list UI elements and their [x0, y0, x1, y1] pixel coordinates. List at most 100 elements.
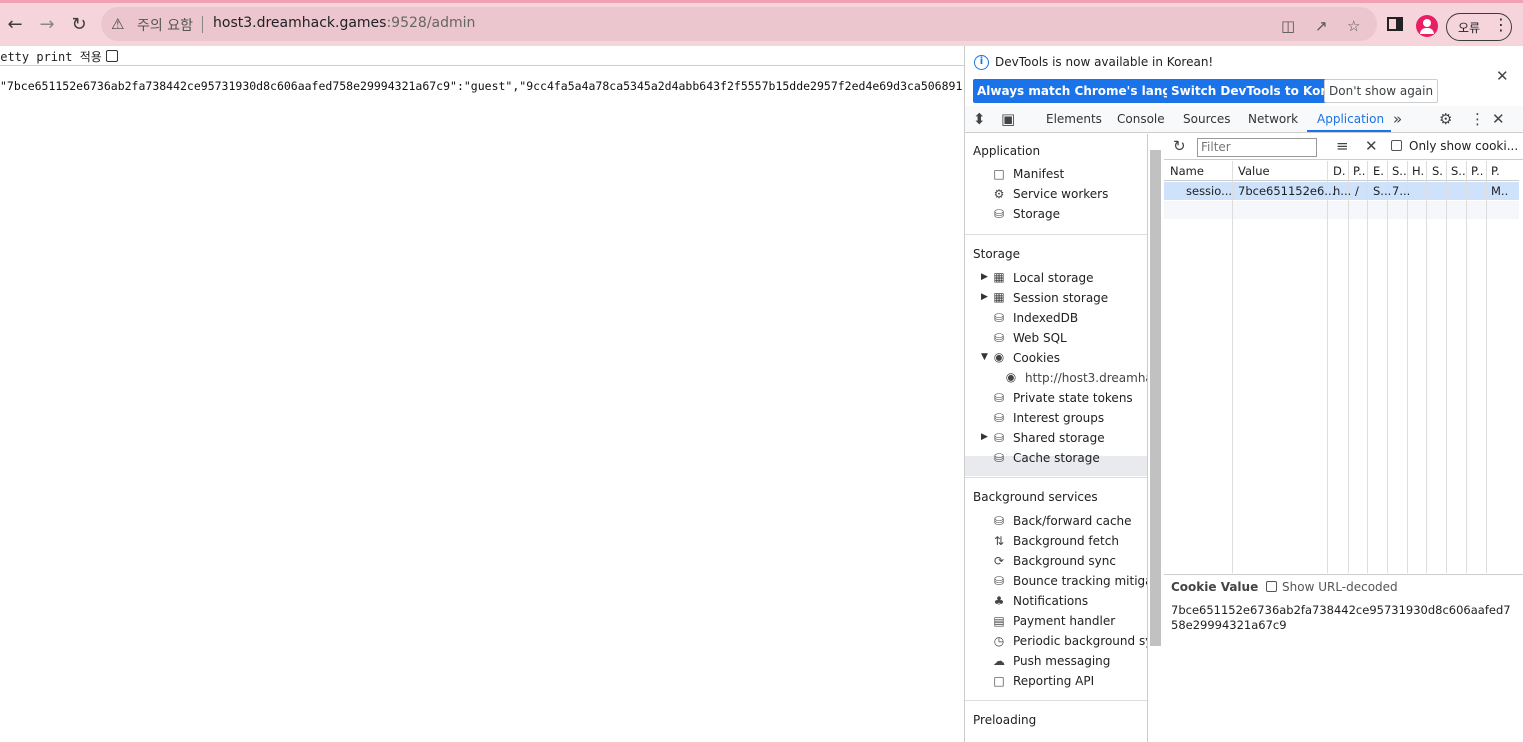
expand-arrow-icon[interactable]: ▶: [981, 292, 988, 302]
column-expires[interactable]: E.: [1373, 164, 1384, 178]
sidebar-item-indexeddb[interactable]: IndexedDB: [1013, 311, 1078, 325]
cell-priority: M..: [1491, 184, 1509, 198]
tab-application[interactable]: Application: [1317, 112, 1384, 126]
sidebar-item-cache-storage[interactable]: Cache storage: [1013, 451, 1100, 465]
only-show-issues-checkbox[interactable]: [1391, 140, 1402, 151]
pretty-print-checkbox[interactable]: [105, 50, 118, 62]
dont-show-again-button[interactable]: Don't show again: [1324, 79, 1439, 103]
sidebar-item-session-storage[interactable]: Session storage: [1013, 291, 1108, 305]
sidebar-item-periodic-background-sync[interactable]: Periodic background sync: [1013, 634, 1147, 648]
column-priority[interactable]: P.: [1491, 164, 1500, 178]
close-devtools-icon[interactable]: ✕: [1492, 110, 1505, 128]
error-button-label: 오류: [1458, 20, 1481, 35]
cookies-toolbar: ↻ Filter ≡ ✕ Only show cooki...: [1164, 134, 1523, 160]
sidebar-item-cookies[interactable]: Cookies: [1013, 351, 1060, 365]
column-divider: [1407, 161, 1408, 573]
delete-selected-icon[interactable]: ✕: [1365, 137, 1378, 155]
share-icon[interactable]: ↗: [1315, 17, 1328, 35]
show-url-decoded-label: Show URL-decoded: [1282, 580, 1398, 594]
column-httponly[interactable]: H.: [1412, 164, 1424, 178]
sidebar-item-background-sync[interactable]: Background sync: [1013, 554, 1116, 568]
sidebar-item-local-storage[interactable]: Local storage: [1013, 271, 1094, 285]
sidebar-item-private-state-tokens[interactable]: Private state tokens: [1013, 391, 1133, 405]
cookie-value-text[interactable]: 7bce651152e6736ab2fa738442ce95731930d8c6…: [1171, 603, 1516, 633]
clear-all-icon[interactable]: ≡: [1336, 137, 1349, 155]
forward-icon[interactable]: →: [33, 10, 61, 38]
cookies-table: Name Value D. P.. E. S.. H. S. S.. P.. P…: [1164, 161, 1519, 573]
database-icon: ⛁: [993, 451, 1005, 465]
column-domain[interactable]: D.: [1333, 164, 1346, 178]
security-warning-text[interactable]: 주의 요함: [137, 15, 193, 35]
more-tabs-icon[interactable]: »: [1393, 110, 1402, 128]
section-preloading: Preloading: [973, 713, 1037, 727]
tab-network[interactable]: Network: [1248, 112, 1298, 126]
column-size[interactable]: S..: [1392, 164, 1407, 178]
cookie-value-panel: Cookie Value Show URL-decoded 7bce651152…: [1164, 574, 1523, 742]
expand-arrow-icon[interactable]: ▶: [981, 272, 988, 282]
cookies-panel: ↻ Filter ≡ ✕ Only show cooki... Name Val…: [1164, 134, 1523, 742]
sidebar-item-bounce-tracking[interactable]: Bounce tracking mitigatio: [1013, 574, 1147, 588]
settings-gear-icon[interactable]: ⚙: [1439, 110, 1452, 128]
sidebar-item-storage[interactable]: Storage: [1013, 207, 1060, 221]
column-name[interactable]: Name: [1170, 164, 1204, 178]
section-divider: [965, 234, 1147, 235]
sidebar-item-cookie-origin[interactable]: http://host3.dreamhack: [1025, 371, 1147, 385]
address-divider: [202, 16, 203, 33]
cookie-value-title: Cookie Value: [1171, 580, 1259, 594]
column-secure[interactable]: S.: [1432, 164, 1443, 178]
address-bar[interactable]: ⚠ 주의 요함 host3.dreamhack.games:9528/admin…: [101, 7, 1377, 41]
column-samesite[interactable]: S..: [1451, 164, 1466, 178]
url-text[interactable]: host3.dreamhack.games:9528/admin: [213, 15, 475, 31]
back-icon[interactable]: ←: [1, 10, 29, 38]
device-toolbar-icon[interactable]: ▣: [1001, 110, 1015, 128]
cell-expires: S...: [1373, 184, 1392, 198]
language-infobar: i DevTools is now available in Korean! ✕…: [965, 46, 1523, 106]
cell-name: sessio...: [1186, 184, 1233, 198]
sidebar-item-notifications[interactable]: Notifications: [1013, 594, 1088, 608]
info-icon: i: [974, 55, 989, 70]
sidebar-item-interest-groups[interactable]: Interest groups: [1013, 411, 1104, 425]
devtools-menu-icon[interactable]: ⋮: [1470, 110, 1485, 128]
database-icon: ⛁: [993, 514, 1005, 528]
section-background-services: Background services: [973, 490, 1098, 504]
translate-icon[interactable]: ◫: [1281, 17, 1295, 35]
tab-elements[interactable]: Elements: [1046, 112, 1102, 126]
inspect-element-icon[interactable]: ⬍: [973, 110, 986, 128]
application-sidebar: Application □ Manifest ⚙ Service workers…: [965, 134, 1148, 742]
column-value[interactable]: Value: [1238, 164, 1270, 178]
profile-avatar-icon[interactable]: [1416, 15, 1438, 37]
warning-icon[interactable]: ⚠: [111, 15, 124, 33]
tab-sources[interactable]: Sources: [1183, 112, 1230, 126]
expand-arrow-icon[interactable]: ▶: [981, 432, 988, 442]
more-menu-icon[interactable]: ⋮: [1493, 15, 1509, 34]
column-path[interactable]: P..: [1353, 164, 1365, 178]
filter-input[interactable]: Filter: [1197, 138, 1317, 157]
collapse-arrow-icon[interactable]: ▼: [981, 352, 988, 362]
database-icon: ⛁: [993, 574, 1005, 588]
column-partition-key[interactable]: P..: [1471, 164, 1483, 178]
sidebar-item-manifest[interactable]: Manifest: [1013, 167, 1064, 181]
sidebar-item-shared-storage[interactable]: Shared storage: [1013, 431, 1105, 445]
sidebar-scrollbar[interactable]: [1150, 150, 1161, 646]
pretty-print-row: retty print 적용: [0, 47, 964, 66]
side-panel-icon[interactable]: [1387, 17, 1403, 31]
document-icon: □: [993, 167, 1005, 181]
sidebar-item-push-messaging[interactable]: Push messaging: [1013, 654, 1110, 668]
database-icon: ⛁: [993, 431, 1005, 445]
reload-icon[interactable]: ↻: [65, 10, 93, 38]
bookmark-star-icon[interactable]: ☆: [1347, 17, 1360, 35]
sidebar-item-web-sql[interactable]: Web SQL: [1013, 331, 1067, 345]
show-url-decoded-checkbox[interactable]: [1266, 581, 1277, 592]
tab-console[interactable]: Console: [1117, 112, 1165, 126]
database-icon: ⛁: [993, 311, 1005, 325]
sidebar-item-reporting-api[interactable]: Reporting API: [1013, 674, 1094, 688]
refresh-icon[interactable]: ↻: [1173, 137, 1186, 155]
infobar-close-icon[interactable]: ✕: [1496, 67, 1509, 85]
clock-icon: ◷: [993, 634, 1005, 648]
sidebar-item-back-forward-cache[interactable]: Back/forward cache: [1013, 514, 1132, 528]
sidebar-item-background-fetch[interactable]: Background fetch: [1013, 534, 1119, 548]
cookie-icon: ◉: [1005, 370, 1017, 384]
cloud-icon: ☁: [993, 654, 1005, 668]
sidebar-item-payment-handler[interactable]: Payment handler: [1013, 614, 1115, 628]
sidebar-item-service-workers[interactable]: Service workers: [1013, 187, 1108, 201]
